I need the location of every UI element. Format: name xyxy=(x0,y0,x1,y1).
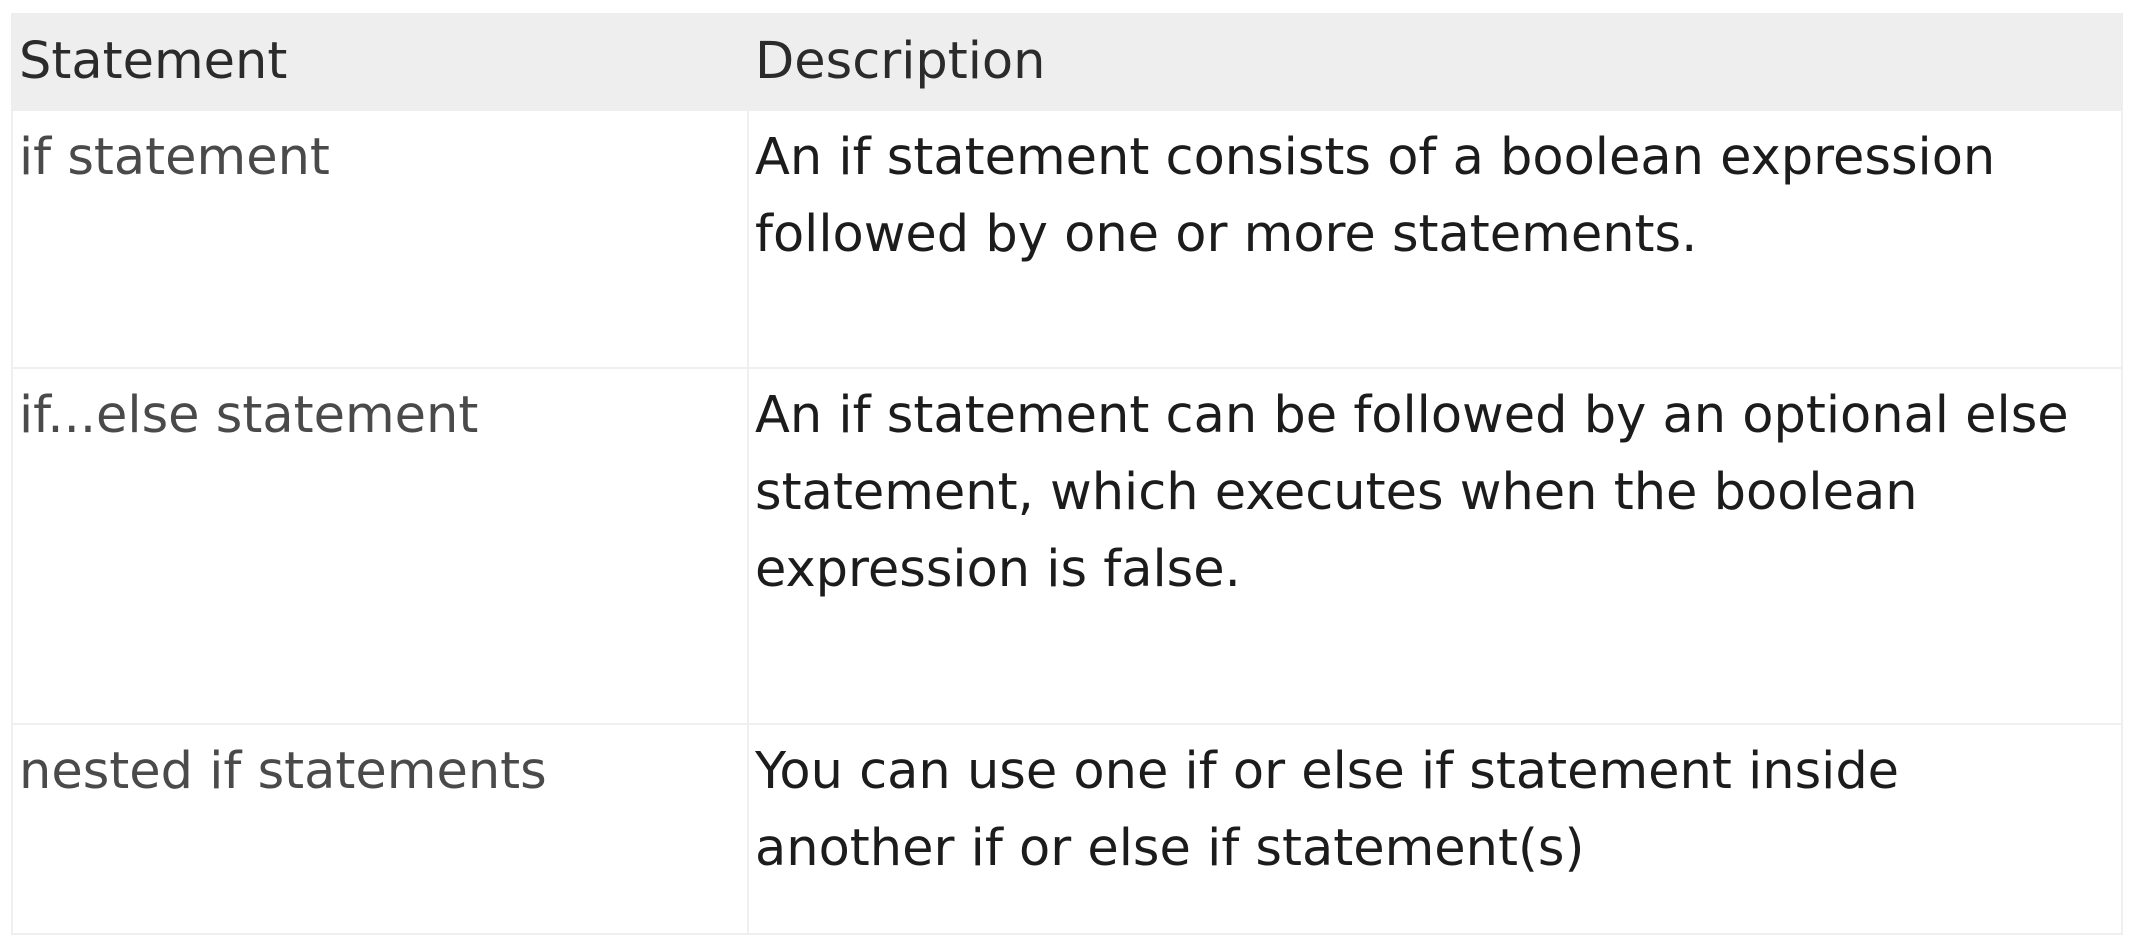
table-row: nested if statements You can use one if … xyxy=(11,723,2123,935)
statement-cell: nested if statements xyxy=(11,723,749,935)
table-row: if...else statement An if statement can … xyxy=(11,367,2123,725)
statement-cell: if statement xyxy=(11,109,749,369)
description-cell: An if statement consists of a boolean ex… xyxy=(747,109,2123,369)
table-header: Statement Description xyxy=(11,13,2123,111)
description-cell: An if statement can be followed by an op… xyxy=(747,367,2123,725)
table-row: if statement An if statement consists of… xyxy=(11,109,2123,369)
header-statement: Statement xyxy=(11,13,749,111)
description-cell: You can use one if or else if statement … xyxy=(747,723,2123,935)
statements-table: Statement Description if statement An if… xyxy=(11,13,2123,935)
table-body: if statement An if statement consists of… xyxy=(11,109,2123,935)
statement-cell: if...else statement xyxy=(11,367,749,725)
header-description: Description xyxy=(747,13,2123,111)
slide: Statement Description if statement An if… xyxy=(0,0,2132,950)
header-row: Statement Description xyxy=(11,13,2123,111)
